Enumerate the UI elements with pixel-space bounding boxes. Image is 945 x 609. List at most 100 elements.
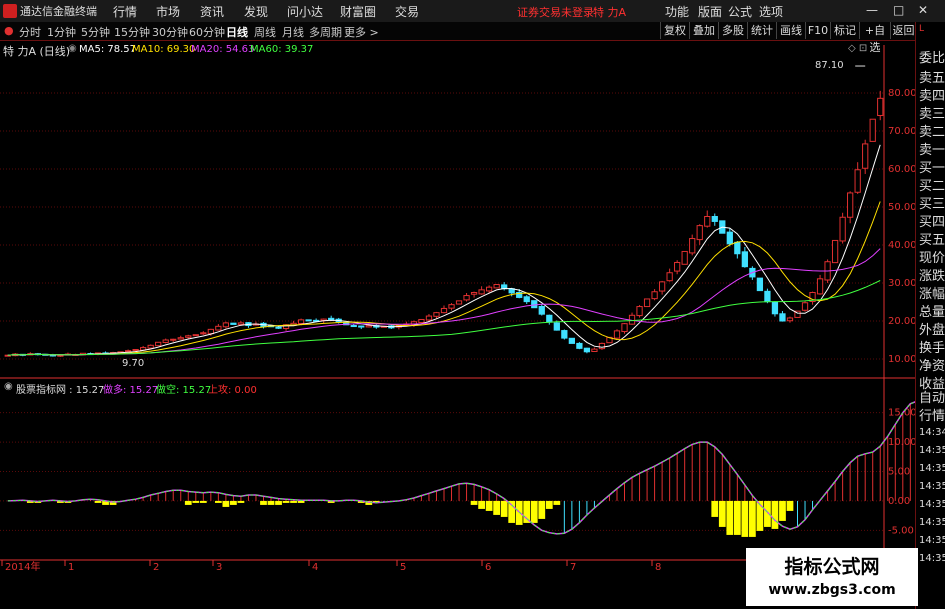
menu-xuanxiang[interactable]: 选项 <box>759 3 783 20</box>
time-label: 14:35 <box>919 481 945 492</box>
menu-faxian[interactable]: 发现 <box>244 3 268 20</box>
candle-body <box>177 337 184 340</box>
indicator-bar-down <box>553 500 561 505</box>
menu-gongneng[interactable]: 功能 <box>665 3 689 20</box>
tab-fenshi[interactable]: 分时 <box>19 24 41 40</box>
tab-15min[interactable]: 15分钟 <box>114 24 150 40</box>
stock-name: 特 力A <box>593 6 627 19</box>
side-buy1: 买一 <box>919 161 945 176</box>
menu-gongshi[interactable]: 公式 <box>728 3 752 20</box>
indicator-bar-down <box>545 500 553 509</box>
menu-banmian[interactable]: 版面 <box>698 3 722 20</box>
tab-weekly[interactable]: 周线 <box>254 24 276 40</box>
indicator-bar-down <box>485 500 493 511</box>
tab-monthly[interactable]: 月线 <box>282 24 304 40</box>
back-button[interactable]: 返回 <box>890 22 916 39</box>
biaoji-button[interactable]: 标记 <box>830 22 859 39</box>
period-marker-icon: ● <box>4 24 14 37</box>
candle-body <box>155 341 162 347</box>
huaxian-button[interactable]: 画线 <box>776 22 805 39</box>
add-favorite-button[interactable]: +自选 <box>859 22 890 54</box>
indicator-bar-down <box>779 500 786 521</box>
expand-icon[interactable]: ◇ ⊡ <box>848 43 867 54</box>
candle-body <box>418 318 425 324</box>
side-turnover: 换手 <box>919 341 945 356</box>
tab-30min[interactable]: 30分钟 <box>152 24 188 40</box>
menu-shichang[interactable]: 市场 <box>156 3 180 20</box>
maximize-icon[interactable]: □ <box>893 3 904 17</box>
candle-body <box>786 317 794 322</box>
candle-body <box>358 325 365 328</box>
indicator-bar-down <box>523 500 531 523</box>
zuoduo-line <box>7 401 915 535</box>
side-buy2: 买二 <box>919 179 945 194</box>
side-buy4: 买四 <box>919 215 945 230</box>
menu-hangqing[interactable]: 行情 <box>113 3 137 20</box>
candle-body <box>433 312 440 317</box>
menu-jiaoyi[interactable]: 交易 <box>395 3 419 20</box>
side-market[interactable]: 行情 <box>919 405 945 424</box>
side-auto[interactable]: 自动 <box>919 387 945 406</box>
candle-body <box>801 302 809 311</box>
app-title: 通达信金融终端 <box>20 5 97 18</box>
menu-wenxiaoda[interactable]: 问小达 <box>287 3 323 20</box>
close-icon[interactable]: ✕ <box>918 3 928 17</box>
candle-body <box>470 292 478 295</box>
trade-status[interactable]: 证券交易未登录 <box>517 4 594 20</box>
f10-button[interactable]: F10 <box>805 22 830 39</box>
candle-body <box>147 344 154 349</box>
indicator-bars <box>14 403 911 537</box>
candle-body <box>538 306 545 315</box>
candle-body <box>192 334 199 337</box>
indicator-bar-down <box>94 500 102 503</box>
side-weibi: 委比 <box>919 51 945 66</box>
duogu-button[interactable]: 多股 <box>718 22 747 39</box>
indicator-bar-down <box>267 500 275 505</box>
indicator-bar-down <box>470 500 478 505</box>
side-sell3: 卖三 <box>919 107 945 122</box>
candle-body <box>425 315 433 321</box>
peak-price-label: 87.10 <box>815 60 844 71</box>
diejia-button[interactable]: 叠加 <box>689 22 718 39</box>
candle-body <box>561 330 568 339</box>
indicator-bar-down <box>733 500 741 535</box>
tab-multi-period[interactable]: 多周期 <box>309 24 342 40</box>
candle-body <box>365 325 372 328</box>
time-axis-label: 1 <box>68 562 74 573</box>
kline-chart[interactable]: 80.0070.0060.0050.0040.0030.0020.0010.00… <box>0 0 915 609</box>
menu-zixun[interactable]: 资讯 <box>200 3 224 20</box>
minimize-icon[interactable]: — <box>866 3 878 17</box>
price-tick-label: 80.00 <box>888 88 915 99</box>
candle-body <box>440 307 448 314</box>
tab-daily[interactable]: 日线 <box>226 24 248 40</box>
legend-toggle-icon[interactable]: ◉ <box>68 43 77 54</box>
indicator-toggle-icon[interactable]: ◉ <box>4 381 13 392</box>
indicator-tick-label: 0.00 <box>888 496 910 507</box>
fuquan-button[interactable]: 复权 <box>660 22 689 39</box>
tab-5min[interactable]: 5分钟 <box>81 24 110 40</box>
candle-body <box>877 97 884 117</box>
tab-1min[interactable]: 1分钟 <box>47 24 76 40</box>
tab-60min[interactable]: 60分钟 <box>189 24 225 40</box>
candle-body <box>485 286 493 292</box>
time-axis-label: 3 <box>216 562 222 573</box>
indicator-name: 股票指标网 : 15.27 <box>16 385 105 396</box>
ma60-line <box>7 280 881 356</box>
tongji-button[interactable]: 统计 <box>747 22 776 39</box>
candle-body <box>162 339 169 343</box>
side-buy3: 买三 <box>919 197 945 212</box>
indicator-bar-down <box>726 500 734 535</box>
side-l-icon[interactable]: L <box>919 24 924 34</box>
indicator-bar-down <box>290 500 297 503</box>
menu-caifuquan[interactable]: 财富圈 <box>340 3 376 20</box>
indicator-bar-down <box>199 500 207 503</box>
indicator-bar-down <box>275 500 282 505</box>
tab-more[interactable]: 更多 > <box>344 24 379 40</box>
indicator-tick-label: -5.00 <box>888 525 914 536</box>
candle-body <box>455 300 463 305</box>
candle-body <box>132 349 139 351</box>
candle-body <box>621 323 628 333</box>
candle-body <box>305 319 312 322</box>
candle-body <box>546 314 553 323</box>
candle-body <box>854 169 861 193</box>
